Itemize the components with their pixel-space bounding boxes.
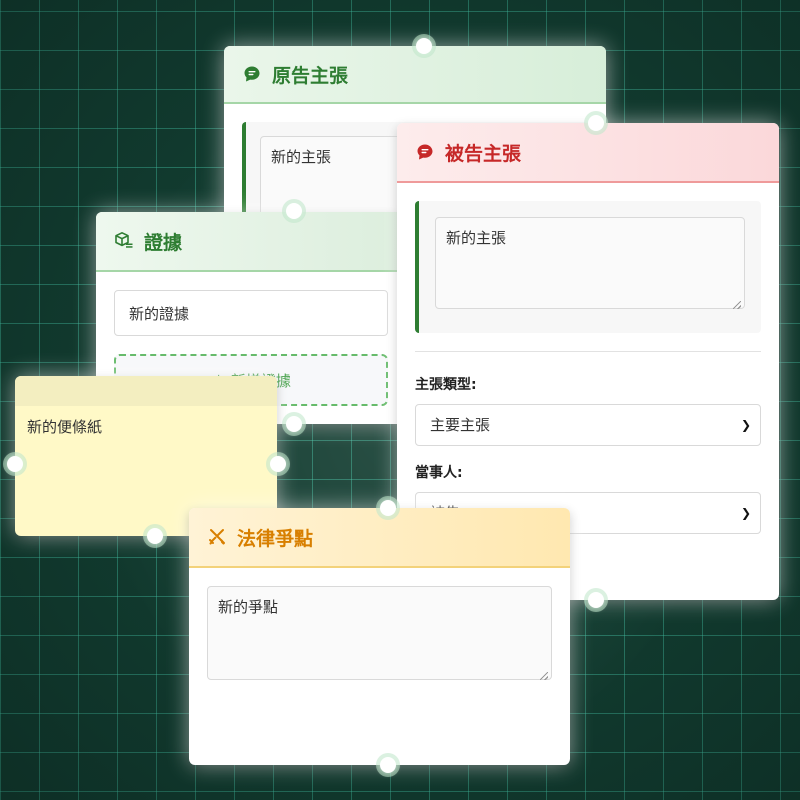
sticky-right-handle[interactable] — [270, 456, 286, 472]
evidence-header[interactable]: 證據 — [96, 212, 406, 272]
defendant-claim-panel: 新的主張 — [415, 201, 761, 333]
claim-type-select-wrap: 主要主張 ❯ — [415, 404, 761, 446]
issue-top-handle[interactable] — [380, 500, 396, 516]
legal-issue-body: 新的爭點 — [189, 568, 570, 702]
evidence-bottom-handle[interactable] — [286, 416, 302, 432]
plaintiff-bottom-handle[interactable] — [286, 203, 302, 219]
defendant-top-handle[interactable] — [588, 115, 604, 131]
defendant-claim-header[interactable]: 被告主張 — [397, 123, 779, 183]
defendant-claim-textarea[interactable]: 新的主張 — [435, 217, 745, 309]
sticky-note-text[interactable]: 新的便條紙 — [15, 406, 277, 447]
plaintiff-claim-title: 原告主張 — [272, 64, 349, 87]
evidence-item-input[interactable] — [114, 290, 388, 336]
chat-bubble-icon — [242, 64, 262, 84]
claim-type-label: 主張類型: — [415, 377, 477, 393]
chat-bubble-icon — [415, 142, 435, 162]
legal-issue-textarea[interactable]: 新的爭點 — [207, 586, 552, 680]
party-label: 當事人: — [415, 465, 463, 481]
resize-grip-icon[interactable] — [733, 301, 741, 309]
legal-issue-title: 法律爭點 — [237, 527, 314, 550]
claim-type-select[interactable]: 主要主張 — [415, 404, 761, 446]
sticky-left-handle[interactable] — [7, 456, 23, 472]
defendant-claim-body: 新的主張 主張類型: 主要主張 ❯ 當事人: 被告 ❯ — [397, 183, 779, 534]
box-list-icon — [114, 231, 134, 251]
defendant-bottom-handle[interactable] — [588, 592, 604, 608]
defendant-claim-title: 被告主張 — [445, 142, 522, 165]
plaintiff-claim-header[interactable]: 原告主張 — [224, 46, 606, 104]
sticky-note-header[interactable] — [15, 376, 277, 406]
divider — [415, 351, 761, 352]
legal-issue-node[interactable]: 法律爭點 新的爭點 — [189, 508, 570, 765]
plaintiff-top-handle[interactable] — [416, 38, 432, 54]
sticky-bottom-handle[interactable] — [147, 528, 163, 544]
evidence-title: 證據 — [144, 231, 183, 254]
resize-grip-icon[interactable] — [540, 672, 548, 680]
crossed-swords-icon — [207, 527, 227, 547]
issue-bottom-handle[interactable] — [380, 757, 396, 773]
legal-issue-header[interactable]: 法律爭點 — [189, 508, 570, 568]
